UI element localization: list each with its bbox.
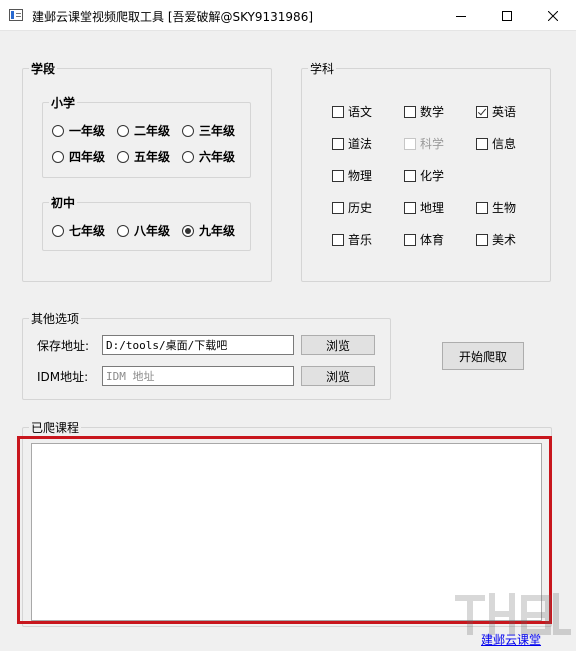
checkbox-art[interactable]: 美术 [476, 231, 516, 248]
radio-circle-checked [182, 224, 194, 237]
checkbox-box [332, 169, 344, 182]
browse-save-button[interactable]: 浏览 [301, 335, 375, 355]
idm-path-input[interactable] [102, 366, 294, 386]
start-crawl-button[interactable]: 开始爬取 [442, 342, 524, 370]
checkbox-box [404, 233, 416, 246]
checkbox-english[interactable]: 英语 [476, 103, 516, 120]
radio-grade-4[interactable]: 四年级 [52, 148, 105, 165]
close-icon [548, 10, 558, 21]
radio-circle [52, 124, 64, 137]
checkbox-label: 信息 [492, 137, 517, 151]
radio-grade-6[interactable]: 六年级 [182, 148, 235, 165]
minimize-button[interactable] [438, 0, 484, 31]
checkbox-biology[interactable]: 生物 [476, 199, 516, 216]
radio-circle [182, 124, 194, 137]
checkbox-box [404, 137, 416, 150]
checkbox-history[interactable]: 历史 [332, 199, 372, 216]
checkbox-label: 道法 [348, 137, 373, 151]
radio-circle [117, 224, 129, 237]
checkbox-box [332, 233, 344, 246]
other-options-title: 其他选项 [31, 312, 80, 326]
radio-label: 七年级 [69, 224, 106, 238]
window-title: 建邺云课堂视频爬取工具 [吾爱破解@SKY9131986] [32, 10, 314, 24]
radio-label: 二年级 [134, 124, 171, 138]
minimize-icon [456, 15, 466, 17]
checkbox-label: 美术 [492, 233, 517, 247]
checkbox-information[interactable]: 信息 [476, 135, 516, 152]
checkbox-label: 体育 [420, 233, 445, 247]
radio-label: 六年级 [199, 150, 236, 164]
checkbox-physics[interactable]: 物理 [332, 167, 372, 184]
radio-grade-3[interactable]: 三年级 [182, 122, 235, 139]
checkbox-math[interactable]: 数学 [404, 103, 444, 120]
checkbox-label: 英语 [492, 105, 517, 119]
checkbox-label: 历史 [348, 201, 373, 215]
title-bar: 建邺云课堂视频爬取工具 [吾爱破解@SKY9131986] [0, 0, 576, 31]
radio-grade-7[interactable]: 七年级 [52, 222, 105, 239]
checkbox-box [476, 137, 488, 150]
checkbox-label: 音乐 [348, 233, 373, 247]
stage-group-title: 学段 [31, 62, 56, 76]
checkbox-box [332, 201, 344, 214]
checkbox-science: 科学 [404, 135, 444, 152]
checkbox-box [476, 201, 488, 214]
footer-link[interactable]: 建邺云课堂 [481, 631, 541, 648]
radio-label: 三年级 [199, 124, 236, 138]
checkbox-box [404, 105, 416, 118]
radio-label: 八年级 [134, 224, 171, 238]
junior-school-title: 初中 [51, 196, 76, 210]
radio-label: 四年级 [69, 150, 106, 164]
radio-grade-9[interactable]: 九年级 [182, 222, 235, 239]
crawled-courses-title: 已爬课程 [31, 421, 80, 435]
checkbox-box [476, 233, 488, 246]
checkbox-chinese[interactable]: 语文 [332, 103, 372, 120]
subject-group-title: 学科 [310, 62, 335, 76]
radio-circle [52, 150, 64, 163]
checkbox-pe[interactable]: 体育 [404, 231, 444, 248]
radio-grade-1[interactable]: 一年级 [52, 122, 105, 139]
radio-label: 九年级 [199, 224, 236, 238]
checkbox-label: 物理 [348, 169, 373, 183]
radio-grade-2[interactable]: 二年级 [117, 122, 170, 139]
checkbox-box-checked [476, 105, 488, 118]
checkbox-morality-law[interactable]: 道法 [332, 135, 372, 152]
other-options-group: 其他选项 [22, 310, 391, 400]
radio-label: 一年级 [69, 124, 106, 138]
idm-path-label: IDM地址: [37, 370, 89, 384]
maximize-icon [502, 10, 512, 21]
checkbox-geography[interactable]: 地理 [404, 199, 444, 216]
checkbox-box [332, 105, 344, 118]
radio-grade-5[interactable]: 五年级 [117, 148, 170, 165]
save-path-label: 保存地址: [37, 339, 90, 353]
radio-circle [182, 150, 194, 163]
checkbox-box [404, 201, 416, 214]
checkbox-label: 生物 [492, 201, 517, 215]
checkbox-label: 语文 [348, 105, 373, 119]
radio-circle [117, 150, 129, 163]
radio-label: 五年级 [134, 150, 171, 164]
save-path-input[interactable] [102, 335, 294, 355]
checkbox-chemistry[interactable]: 化学 [404, 167, 444, 184]
radio-circle [52, 224, 64, 237]
radio-circle [117, 124, 129, 137]
browse-idm-button[interactable]: 浏览 [301, 366, 375, 386]
radio-grade-8[interactable]: 八年级 [117, 222, 170, 239]
checkbox-box [332, 137, 344, 150]
checkbox-label: 科学 [420, 137, 445, 151]
checkbox-box [404, 169, 416, 182]
close-button[interactable] [530, 0, 576, 31]
maximize-button[interactable] [484, 0, 530, 31]
checkbox-label: 数学 [420, 105, 445, 119]
checkbox-music[interactable]: 音乐 [332, 231, 372, 248]
checkbox-label: 化学 [420, 169, 445, 183]
app-icon [9, 9, 23, 21]
checkbox-label: 地理 [420, 201, 445, 215]
primary-school-title: 小学 [51, 96, 76, 110]
